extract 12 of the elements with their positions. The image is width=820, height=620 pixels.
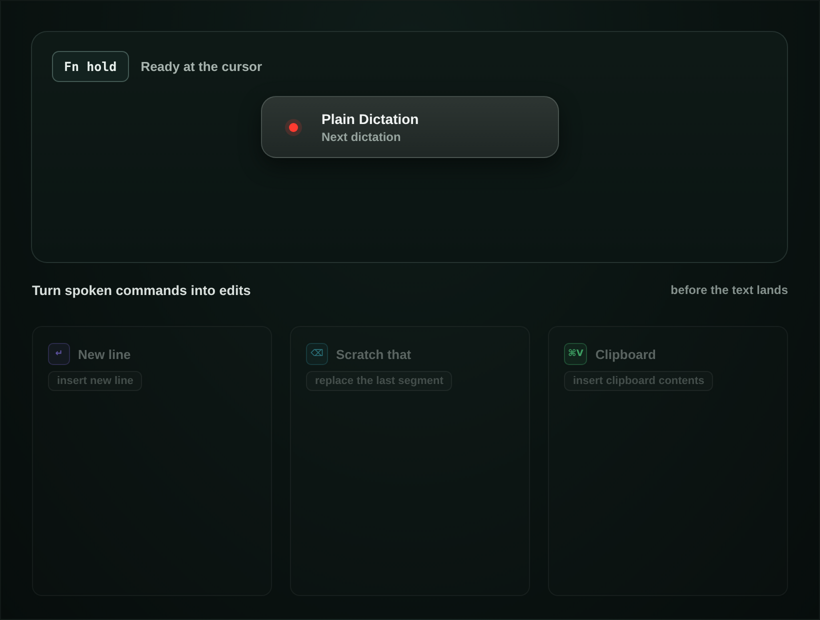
hotkey-chip: Fn hold [52,51,129,82]
shortcut-key: ↵ [48,343,70,365]
status-text: Ready at the cursor [140,59,262,74]
command-title: New line [78,346,131,362]
section-note: before the text lands [670,283,788,297]
indicator-title: Plain Dictation [322,110,419,126]
section-title: Turn spoken commands into edits [32,282,251,298]
indicator-subtitle: Next dictation [322,130,402,144]
shortcut-key: ⌫ [306,343,328,365]
shortcut-key: ⌘V [564,343,588,365]
command-title: Scratch that [336,346,412,362]
command-title: Clipboard [595,346,656,362]
